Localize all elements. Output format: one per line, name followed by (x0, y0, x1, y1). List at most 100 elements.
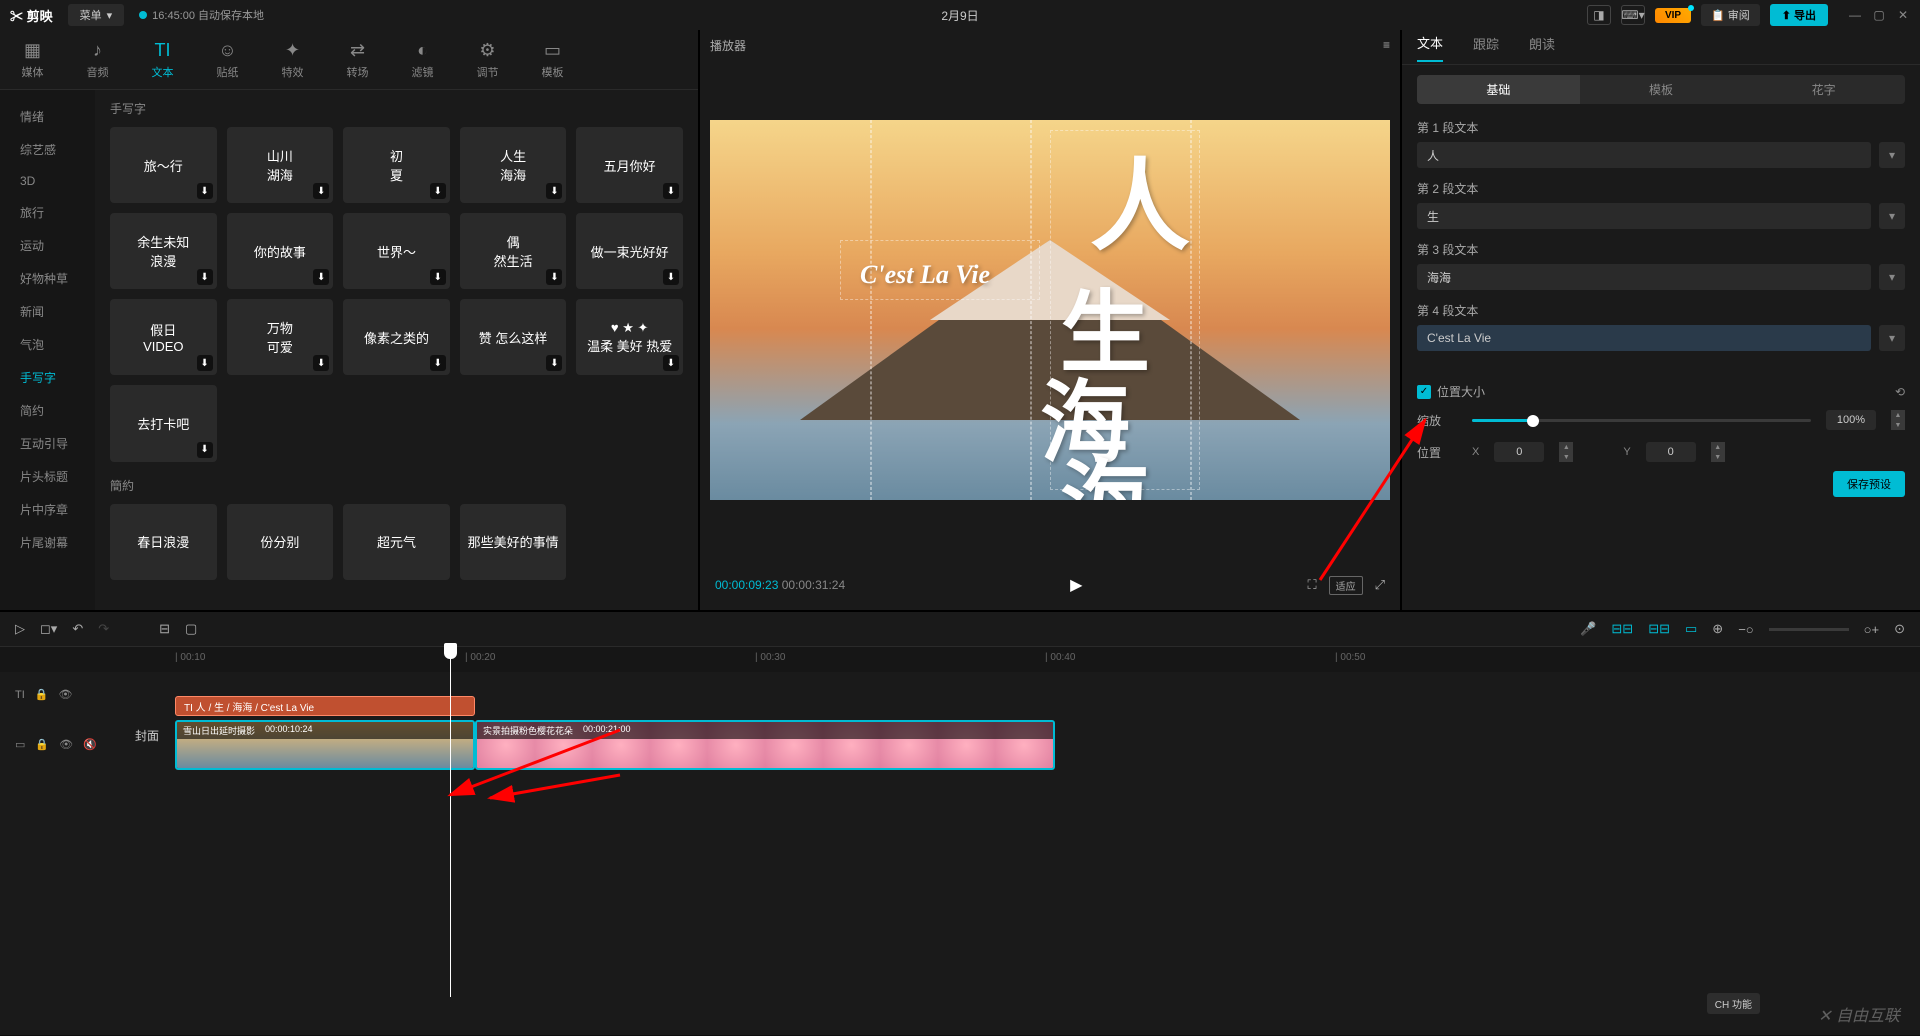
download-icon[interactable]: ⬇ (197, 355, 213, 371)
fullscreen-icon[interactable]: ⤢ (1375, 577, 1385, 593)
top-tab-转场[interactable]: ⇄转场 (325, 30, 390, 89)
category-好物种草[interactable]: 好物种草 (0, 262, 95, 295)
top-tab-贴纸[interactable]: ☺贴纸 (195, 30, 260, 89)
lock-icon[interactable]: 🔒 (35, 738, 49, 751)
text-asset[interactable]: 赞 怎么这样⬇ (460, 299, 567, 375)
y-input[interactable]: 0 (1646, 442, 1696, 462)
sub-tab-模板[interactable]: 模板 (1580, 75, 1743, 104)
snap-icon[interactable]: ⊟⊟ (1611, 621, 1633, 637)
align-icon[interactable]: ⊕ (1712, 621, 1723, 637)
scale-value[interactable]: 100% (1826, 410, 1876, 430)
segment-dropdown[interactable]: ▾ (1879, 264, 1905, 290)
right-tab-文本[interactable]: 文本 (1417, 33, 1443, 62)
download-icon[interactable]: ⬇ (197, 183, 213, 199)
video-clip-1[interactable]: 雪山日出延时摄影00:00:10:24 (175, 720, 475, 770)
download-icon[interactable]: ⬇ (546, 355, 562, 371)
category-情绪[interactable]: 情绪 (0, 100, 95, 133)
mic-icon[interactable]: 🎤 (1580, 621, 1596, 637)
text-asset[interactable]: 人生 海海⬇ (460, 127, 567, 203)
text-asset[interactable]: 去打卡吧⬇ (110, 385, 217, 461)
reset-icon[interactable]: ⟲ (1895, 385, 1905, 399)
save-preset-button[interactable]: 保存预设 (1833, 471, 1905, 497)
step-up[interactable]: ▲ (1891, 410, 1905, 420)
right-tab-跟踪[interactable]: 跟踪 (1473, 34, 1499, 61)
video-track-icon[interactable]: ▭ (15, 738, 25, 751)
zoom-out-icon[interactable]: −○ (1738, 622, 1753, 637)
text-asset[interactable]: ♥ ★ ✦ 温柔 美好 热爱⬇ (576, 299, 683, 375)
vip-badge[interactable]: VIP (1655, 8, 1691, 23)
ratio-selector[interactable]: 适应 (1329, 576, 1363, 595)
preview-icon[interactable]: ▭ (1685, 621, 1697, 637)
scale-slider[interactable] (1472, 419, 1811, 422)
text-asset[interactable]: 超元气 (343, 504, 450, 580)
download-icon[interactable]: ⬇ (430, 355, 446, 371)
category-运动[interactable]: 运动 (0, 229, 95, 262)
category-互动引导[interactable]: 互动引导 (0, 427, 95, 460)
text-asset[interactable]: 你的故事⬇ (227, 213, 334, 289)
text-asset[interactable]: 余生未知 浪漫⬇ (110, 213, 217, 289)
text-track-icon[interactable]: TI (15, 689, 25, 701)
download-icon[interactable]: ⬇ (546, 269, 562, 285)
download-icon[interactable]: ⬇ (197, 269, 213, 285)
review-button[interactable]: 📋审阅 (1701, 4, 1760, 26)
text-asset[interactable]: 初 夏⬇ (343, 127, 450, 203)
export-button[interactable]: ⬆导出 (1770, 4, 1828, 26)
timeline-ruler[interactable]: | 00:10| 00:20| 00:30| 00:40| 00:50 (0, 647, 1920, 672)
category-3D[interactable]: 3D (0, 166, 95, 196)
top-tab-音频[interactable]: ♪音频 (65, 30, 130, 89)
text-asset[interactable]: 份分别 (227, 504, 334, 580)
minimize-icon[interactable]: — (1848, 8, 1862, 22)
text-asset[interactable]: 春日浪漫 (110, 504, 217, 580)
menu-button[interactable]: 菜单▾ (68, 4, 125, 26)
position-checkbox[interactable]: ✓ (1417, 385, 1431, 399)
player-menu-icon[interactable]: ≡ (1383, 38, 1390, 52)
redo-icon[interactable]: ↷ (98, 621, 109, 637)
category-综艺感[interactable]: 综艺感 (0, 133, 95, 166)
text-asset[interactable]: 做一束光好好⬇ (576, 213, 683, 289)
right-tab-朗读[interactable]: 朗读 (1529, 34, 1555, 61)
maximize-icon[interactable]: ▢ (1872, 8, 1886, 22)
sub-tab-基础[interactable]: 基础 (1417, 75, 1580, 104)
segment-input-3[interactable] (1417, 264, 1871, 290)
download-icon[interactable]: ⬇ (663, 183, 679, 199)
top-tab-媒体[interactable]: ▦媒体 (0, 30, 65, 89)
zoom-slider[interactable] (1769, 628, 1849, 631)
playhead[interactable] (450, 647, 451, 997)
segment-dropdown[interactable]: ▾ (1879, 325, 1905, 351)
text-asset[interactable]: 假日 VIDEO⬇ (110, 299, 217, 375)
download-icon[interactable]: ⬇ (663, 269, 679, 285)
video-clip-2[interactable]: 实景拍摄粉色樱花花朵00:00:21:00 (475, 720, 1055, 770)
text-asset[interactable]: 偶 然生活⬇ (460, 213, 567, 289)
top-tab-调节[interactable]: ⚙调节 (455, 30, 520, 89)
download-icon[interactable]: ⬇ (197, 442, 213, 458)
lock-icon[interactable]: 🔒 (35, 688, 49, 701)
category-旅行[interactable]: 旅行 (0, 196, 95, 229)
split-icon[interactable]: ⊟ (159, 621, 170, 637)
pointer-tool[interactable]: ▷ (15, 621, 25, 637)
top-tab-滤镜[interactable]: ◐滤镜 (390, 30, 455, 89)
category-气泡[interactable]: 气泡 (0, 328, 95, 361)
category-片尾谢幕[interactable]: 片尾谢幕 (0, 526, 95, 559)
top-tab-文本[interactable]: TI文本 (130, 30, 195, 89)
download-icon[interactable]: ⬇ (313, 269, 329, 285)
text-asset[interactable]: 像素之类的⬇ (343, 299, 450, 375)
text-asset[interactable]: 世界～⬇ (343, 213, 450, 289)
eye-icon[interactable]: 👁 (58, 688, 72, 701)
download-icon[interactable]: ⬇ (313, 355, 329, 371)
zoom-in-icon[interactable]: ○+ (1864, 622, 1879, 637)
segment-input-1[interactable] (1417, 142, 1871, 168)
select-tool[interactable]: ◻▾ (40, 621, 57, 637)
top-tab-特效[interactable]: ✦特效 (260, 30, 325, 89)
step-down[interactable]: ▼ (1891, 420, 1905, 430)
layout-icon[interactable]: ◨ (1587, 5, 1611, 25)
category-手写字[interactable]: 手写字 (0, 361, 95, 394)
shortcut-icon[interactable]: ⌨▾ (1621, 5, 1645, 25)
preview-canvas[interactable]: 人 生 海 海 C'est La Vie (710, 120, 1390, 500)
download-icon[interactable]: ⬇ (663, 355, 679, 371)
text-asset[interactable]: 山川 湖海⬇ (227, 127, 334, 203)
category-简约[interactable]: 简约 (0, 394, 95, 427)
link-icon[interactable]: ⊟⊟ (1648, 621, 1670, 637)
crop-icon[interactable]: ⛶ (1307, 577, 1316, 593)
cover-label[interactable]: 封面 (135, 727, 159, 744)
download-icon[interactable]: ⬇ (430, 269, 446, 285)
